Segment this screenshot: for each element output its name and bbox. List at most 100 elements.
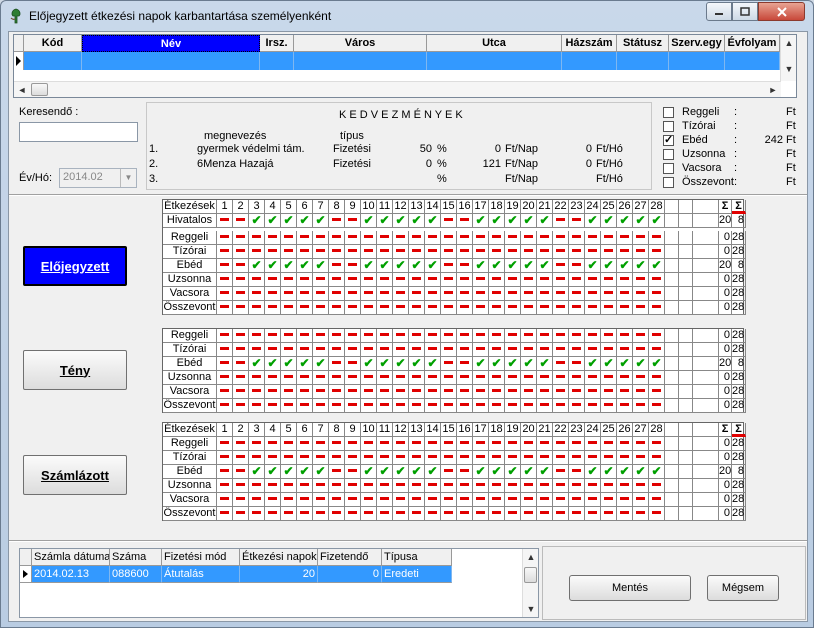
meal-day-off[interactable]	[345, 479, 361, 493]
grid-cell[interactable]	[427, 52, 562, 70]
meal-day-checked[interactable]: ✔	[361, 357, 377, 371]
meal-day-off[interactable]	[585, 371, 601, 385]
meal-day-checked[interactable]: ✔	[377, 214, 393, 228]
meal-day-off[interactable]	[393, 329, 409, 343]
meal-day-checked[interactable]: ✔	[633, 259, 649, 273]
meal-day-off[interactable]	[553, 301, 569, 315]
meal-day-checked[interactable]: ✔	[361, 214, 377, 228]
meal-day-off[interactable]	[217, 357, 233, 371]
meal-day-off[interactable]	[617, 493, 633, 507]
meal-day-checked[interactable]: ✔	[617, 465, 633, 479]
invoice-column-header[interactable]: Száma	[110, 549, 162, 566]
person-grid-hscroll[interactable]: ◄ ►	[14, 81, 781, 97]
meal-day-off[interactable]	[233, 343, 249, 357]
meal-day-off[interactable]	[617, 329, 633, 343]
year-month-select[interactable]: 2014.02 ▼	[59, 168, 137, 188]
meal-day-off[interactable]	[281, 479, 297, 493]
meal-day-off[interactable]	[537, 273, 553, 287]
meal-day-off[interactable]	[265, 385, 281, 399]
meal-day-off[interactable]	[633, 301, 649, 315]
meal-day-checked[interactable]: ✔	[633, 465, 649, 479]
meal-day-off[interactable]	[409, 273, 425, 287]
meal-day-off[interactable]	[505, 245, 521, 259]
meal-checkbox[interactable]	[663, 163, 674, 174]
meal-day-off[interactable]	[217, 329, 233, 343]
meal-day-off[interactable]	[425, 231, 441, 245]
meal-day-off[interactable]	[553, 479, 569, 493]
meal-day-off[interactable]	[553, 329, 569, 343]
meal-day-off[interactable]	[569, 273, 585, 287]
meal-day-checked[interactable]: ✔	[297, 465, 313, 479]
meal-day-checked[interactable]: ✔	[585, 214, 601, 228]
meal-day-off[interactable]	[361, 287, 377, 301]
meal-day-off[interactable]	[265, 479, 281, 493]
meal-day-checked[interactable]: ✔	[649, 259, 665, 273]
meal-day-off[interactable]	[489, 343, 505, 357]
meal-day-off[interactable]	[297, 287, 313, 301]
minimize-button[interactable]	[706, 2, 732, 21]
meal-day-off[interactable]	[265, 343, 281, 357]
meal-day-off[interactable]	[441, 287, 457, 301]
meal-day-off[interactable]	[585, 287, 601, 301]
meal-day-off[interactable]	[409, 287, 425, 301]
meal-day-off[interactable]	[521, 231, 537, 245]
meal-day-off[interactable]	[361, 507, 377, 521]
scroll-left-icon[interactable]: ◄	[14, 82, 30, 98]
column-header[interactable]: Házszám	[562, 35, 617, 52]
meal-day-checked[interactable]: ✔	[409, 465, 425, 479]
meal-day-off[interactable]	[601, 451, 617, 465]
meal-day-off[interactable]	[281, 399, 297, 413]
grid-cell[interactable]	[669, 52, 725, 70]
meal-day-off[interactable]	[409, 493, 425, 507]
meal-day-off[interactable]	[265, 329, 281, 343]
meal-day-off[interactable]	[393, 245, 409, 259]
meal-day-off[interactable]	[601, 273, 617, 287]
meal-day-off[interactable]	[249, 451, 265, 465]
meal-day-off[interactable]	[521, 343, 537, 357]
meal-day-off[interactable]	[585, 343, 601, 357]
meal-day-off[interactable]	[233, 451, 249, 465]
meal-day-off[interactable]	[297, 231, 313, 245]
meal-day-checked[interactable]: ✔	[425, 465, 441, 479]
meal-day-off[interactable]	[569, 465, 585, 479]
meal-day-off[interactable]	[569, 479, 585, 493]
meal-day-off[interactable]	[313, 437, 329, 451]
meal-day-off[interactable]	[489, 385, 505, 399]
meal-day-off[interactable]	[489, 371, 505, 385]
meal-day-off[interactable]	[249, 329, 265, 343]
meal-day-checked[interactable]: ✔	[649, 214, 665, 228]
meal-day-off[interactable]	[249, 385, 265, 399]
meal-day-off[interactable]	[601, 479, 617, 493]
grid-cell[interactable]	[24, 52, 82, 70]
meal-day-off[interactable]	[441, 259, 457, 273]
meal-day-off[interactable]	[281, 329, 297, 343]
meal-day-checked[interactable]: ✔	[377, 465, 393, 479]
meal-day-checked[interactable]: ✔	[393, 465, 409, 479]
meal-day-off[interactable]	[441, 301, 457, 315]
meal-day-off[interactable]	[377, 245, 393, 259]
meal-day-off[interactable]	[617, 479, 633, 493]
meal-day-checked[interactable]: ✔	[393, 259, 409, 273]
meal-day-off[interactable]	[521, 385, 537, 399]
meal-day-off[interactable]	[537, 329, 553, 343]
meal-day-checked[interactable]: ✔	[313, 357, 329, 371]
meal-day-off[interactable]	[457, 343, 473, 357]
meal-day-off[interactable]	[265, 437, 281, 451]
meal-day-checked[interactable]: ✔	[649, 465, 665, 479]
meal-day-off[interactable]	[569, 385, 585, 399]
meal-day-off[interactable]	[329, 399, 345, 413]
meal-day-off[interactable]	[297, 301, 313, 315]
meal-day-off[interactable]	[601, 231, 617, 245]
meal-day-off[interactable]	[505, 479, 521, 493]
meal-day-off[interactable]	[649, 343, 665, 357]
meal-day-off[interactable]	[585, 451, 601, 465]
meal-day-off[interactable]	[649, 399, 665, 413]
meal-day-off[interactable]	[345, 343, 361, 357]
meal-day-off[interactable]	[537, 399, 553, 413]
meal-day-off[interactable]	[409, 245, 425, 259]
save-button[interactable]: Mentés	[569, 575, 691, 601]
meal-day-off[interactable]	[425, 245, 441, 259]
meal-day-off[interactable]	[473, 507, 489, 521]
meal-day-off[interactable]	[537, 371, 553, 385]
meal-day-off[interactable]	[505, 437, 521, 451]
